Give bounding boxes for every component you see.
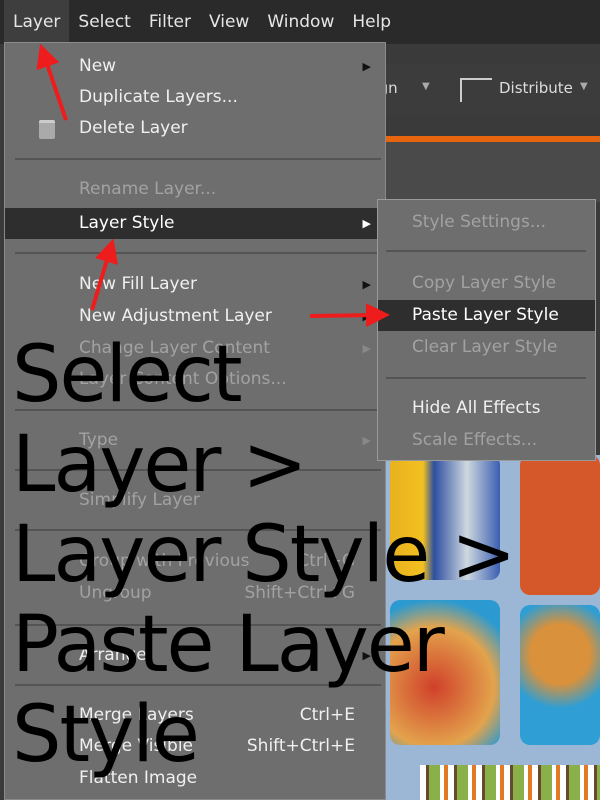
overlay-line: Layer > <box>12 420 308 510</box>
overlay-line: Style <box>12 690 200 780</box>
overlay-line: Paste Layer <box>12 600 445 690</box>
arrow-to-layer-menu <box>36 43 68 121</box>
overlay-line: Layer Style > <box>12 510 516 600</box>
overlay-line: Select <box>12 330 243 420</box>
arrow-to-paste-layer-style <box>309 303 390 328</box>
arrow-to-layer-style <box>90 238 119 311</box>
instruction-overlay: Select Layer > Layer Style > Paste Layer… <box>12 330 516 780</box>
